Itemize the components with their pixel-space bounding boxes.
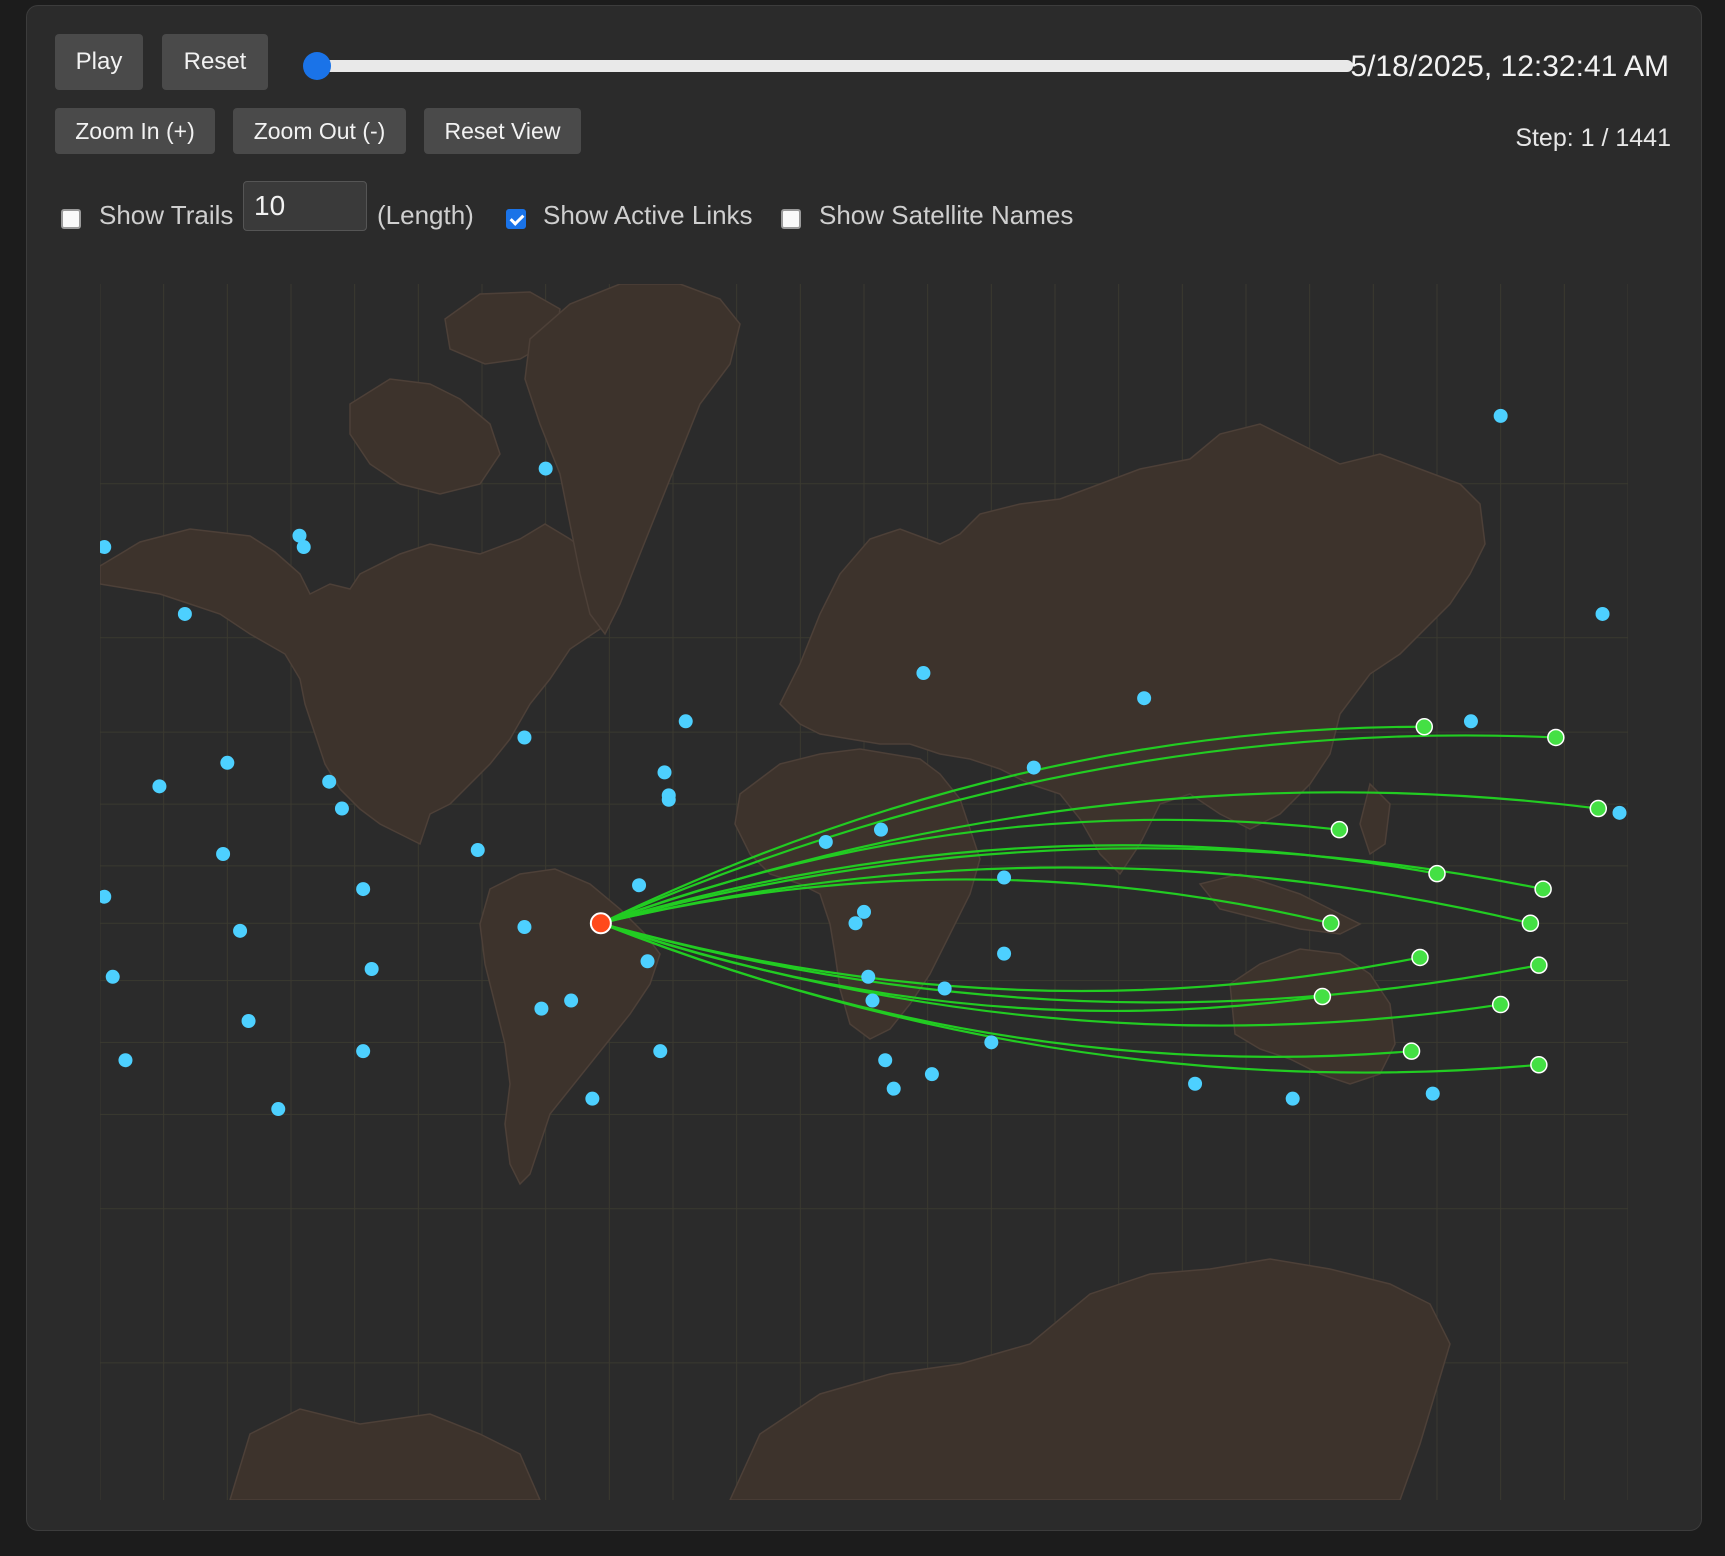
satellite-marker[interactable] bbox=[585, 1091, 600, 1106]
satellite-marker[interactable] bbox=[916, 666, 931, 681]
linked-satellite-marker[interactable] bbox=[1428, 864, 1446, 883]
satellite-marker[interactable] bbox=[364, 962, 379, 977]
satellite-marker[interactable] bbox=[661, 792, 676, 807]
satellite-marker[interactable] bbox=[105, 969, 120, 984]
satellite-marker[interactable] bbox=[937, 981, 952, 996]
trail-length-suffix: (Length) bbox=[377, 200, 474, 230]
satellite-marker[interactable] bbox=[848, 916, 863, 931]
linked-satellite-marker[interactable] bbox=[1330, 820, 1349, 839]
timeline-thumb[interactable] bbox=[303, 52, 331, 80]
satellite-marker[interactable] bbox=[334, 801, 349, 816]
play-button[interactable]: Play bbox=[55, 34, 143, 90]
satellite-marker[interactable] bbox=[1026, 760, 1041, 775]
satellite-marker[interactable] bbox=[517, 920, 532, 935]
satellite-marker[interactable] bbox=[233, 923, 248, 938]
satellite-marker[interactable] bbox=[878, 1053, 893, 1068]
satellite-marker[interactable] bbox=[241, 1014, 256, 1029]
zoom-out-button[interactable]: Zoom Out (-) bbox=[233, 108, 406, 154]
satellite-marker[interactable] bbox=[564, 993, 579, 1008]
show-satellite-names-checkbox[interactable] bbox=[781, 209, 801, 229]
satellite-marker[interactable] bbox=[1188, 1076, 1203, 1091]
satellite-marker[interactable] bbox=[818, 834, 833, 849]
satellite-marker[interactable] bbox=[657, 765, 672, 780]
linked-satellite-marker[interactable] bbox=[1534, 880, 1552, 898]
linked-satellite-marker[interactable] bbox=[1530, 956, 1548, 974]
satellite-marker[interactable] bbox=[470, 843, 485, 858]
satellite-marker[interactable] bbox=[271, 1102, 286, 1117]
satellite-marker[interactable] bbox=[216, 847, 231, 862]
satellite-marker[interactable] bbox=[1595, 606, 1610, 621]
satellite-marker[interactable] bbox=[296, 540, 311, 555]
show-trails-label: Show Trails bbox=[99, 200, 234, 230]
reset-view-button[interactable]: Reset View bbox=[424, 108, 581, 154]
satellite-marker[interactable] bbox=[632, 878, 647, 893]
ground-station-layer bbox=[589, 912, 612, 935]
satellite-marker[interactable] bbox=[538, 461, 553, 476]
satellite-marker[interactable] bbox=[152, 779, 167, 794]
ground-station-marker[interactable] bbox=[589, 912, 612, 935]
satellite-marker[interactable] bbox=[861, 969, 876, 984]
linked-satellite-marker[interactable] bbox=[1415, 718, 1434, 736]
satellite-marker[interactable] bbox=[177, 606, 192, 621]
satellite-marker[interactable] bbox=[640, 954, 655, 969]
linked-satellite-marker[interactable] bbox=[1313, 987, 1332, 1006]
world-map[interactable] bbox=[100, 284, 1628, 1500]
satellite-marker[interactable] bbox=[1493, 408, 1508, 423]
satellite-marker[interactable] bbox=[356, 1044, 371, 1059]
timeline-slider[interactable] bbox=[303, 52, 1353, 80]
step-counter: Step: 1 / 1441 bbox=[1515, 124, 1671, 152]
satellite-marker[interactable] bbox=[984, 1035, 999, 1050]
satellite-marker[interactable] bbox=[1612, 805, 1627, 820]
satellite-marker[interactable] bbox=[1137, 691, 1152, 706]
satellite-marker[interactable] bbox=[678, 714, 693, 729]
show-active-links-label: Show Active Links bbox=[543, 200, 753, 230]
satellite-marker[interactable] bbox=[534, 1001, 549, 1016]
linked-satellite-marker[interactable] bbox=[1411, 948, 1429, 967]
show-active-links-checkbox[interactable] bbox=[506, 209, 526, 229]
linked-satellite-marker[interactable] bbox=[1402, 1042, 1421, 1060]
satellite-marker[interactable] bbox=[997, 870, 1012, 885]
satellite-marker[interactable] bbox=[997, 946, 1012, 961]
satellite-marker[interactable] bbox=[865, 993, 880, 1008]
satellite-marker[interactable] bbox=[517, 730, 532, 745]
satellite-marker[interactable] bbox=[356, 882, 371, 897]
satellite-marker[interactable] bbox=[873, 822, 888, 837]
satellite-marker[interactable] bbox=[924, 1067, 939, 1082]
satellite-marker[interactable] bbox=[653, 1044, 668, 1059]
linked-satellite-marker[interactable] bbox=[1491, 995, 1510, 1014]
satellite-marker[interactable] bbox=[118, 1053, 133, 1068]
satellite-marker[interactable] bbox=[1463, 714, 1478, 729]
zoom-in-button[interactable]: Zoom In (+) bbox=[55, 108, 215, 154]
linked-satellite-marker[interactable] bbox=[1589, 799, 1608, 818]
satellite-marker[interactable] bbox=[1285, 1091, 1300, 1106]
timeline-track bbox=[317, 60, 1353, 72]
show-satellite-names-label: Show Satellite Names bbox=[819, 200, 1074, 230]
satellite-marker[interactable] bbox=[220, 755, 235, 770]
linked-satellite-marker[interactable] bbox=[1547, 728, 1565, 747]
satellite-marker[interactable] bbox=[1425, 1086, 1440, 1101]
reset-button[interactable]: Reset bbox=[162, 34, 268, 90]
linked-satellite-marker[interactable] bbox=[1322, 914, 1340, 933]
satellite-marker[interactable] bbox=[322, 774, 337, 789]
satellite-marker[interactable] bbox=[857, 904, 871, 919]
trail-length-input[interactable]: 10 bbox=[243, 181, 367, 231]
satellite-marker[interactable] bbox=[886, 1081, 901, 1096]
show-trails-checkbox[interactable] bbox=[61, 209, 81, 229]
simulation-datetime: 5/18/2025, 12:32:41 AM bbox=[1350, 50, 1669, 83]
linked-satellite-marker[interactable] bbox=[1521, 914, 1540, 933]
linked-satellite-marker[interactable] bbox=[1530, 1056, 1548, 1074]
